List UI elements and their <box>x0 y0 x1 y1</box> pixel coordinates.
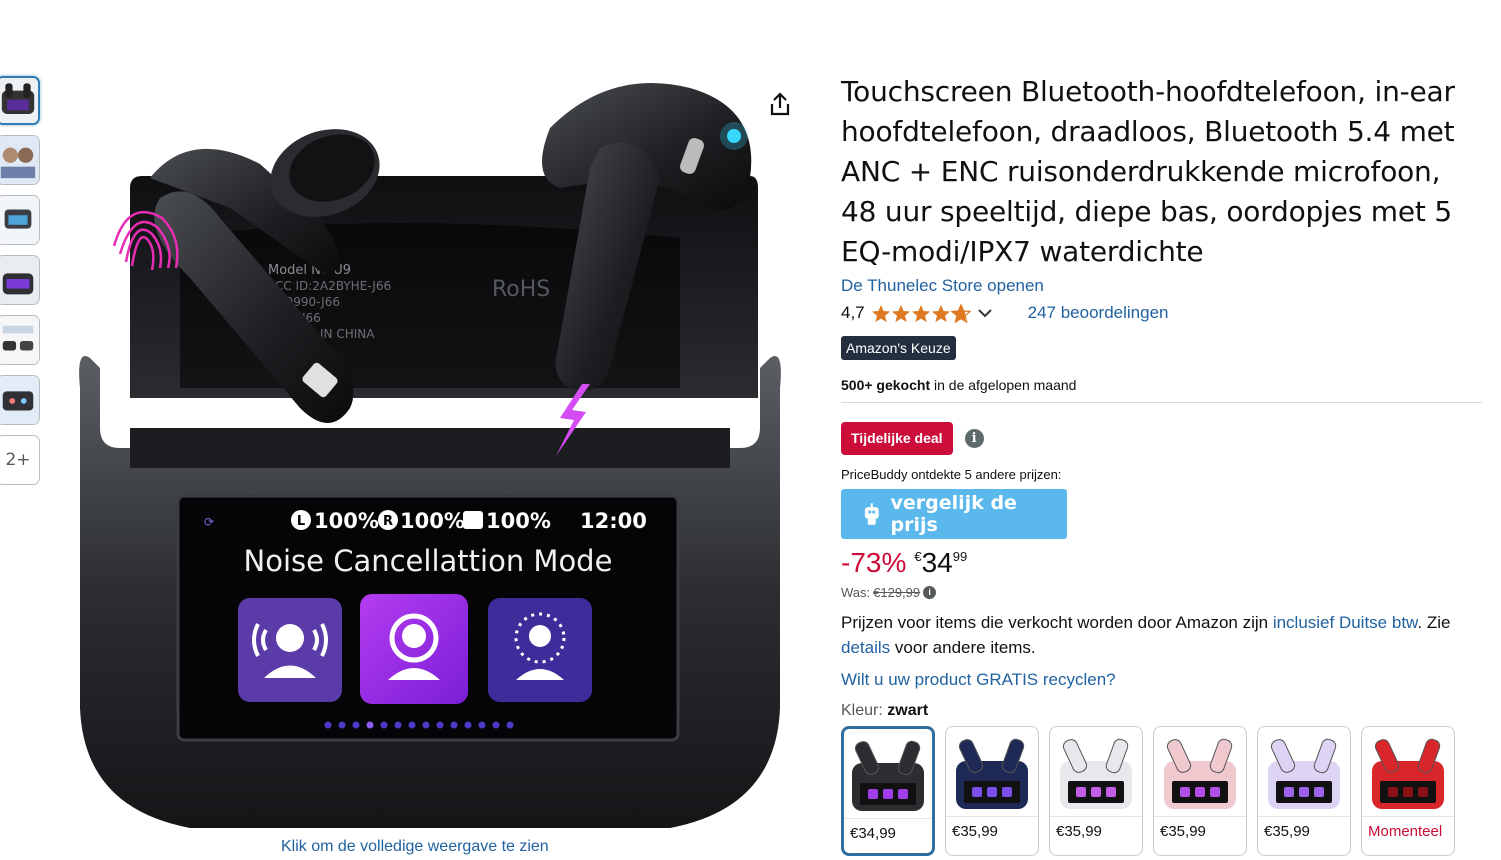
color-swatches: €34,99 €35,99 €35,99 €35,99 €35,99 Momenteel <box>841 726 1483 856</box>
svg-text:100%: 100% <box>400 509 465 533</box>
bought-count-bold: 500+ gekocht <box>841 377 931 393</box>
full-view-caption[interactable]: Klik om de volledige weergave te zien <box>281 838 549 856</box>
swatch-image <box>1050 730 1142 816</box>
svg-text:12:00: 12:00 <box>580 509 647 533</box>
vat-link[interactable]: inclusief Duitse btw <box>1273 613 1418 632</box>
bought-count: 500+ gekocht in de afgelopen maand <box>841 377 1483 393</box>
store-link[interactable]: De Thunelec Store openen <box>841 276 1483 296</box>
svg-text:R: R <box>383 514 393 529</box>
more-thumbnails-label: 2+ <box>5 450 31 470</box>
price-row: -73% € 34 99 <box>841 543 1483 583</box>
color-label: Kleur: zwart <box>841 702 1483 720</box>
svg-text:100%: 100% <box>314 509 379 533</box>
compare-price-button[interactable]: vergelijk de prijs <box>841 489 1067 539</box>
star-icon <box>911 304 930 322</box>
rating-value: 4,7 <box>841 303 865 322</box>
price-fraction: 99 <box>952 549 968 564</box>
color-swatch[interactable]: Momenteel <box>1361 726 1455 856</box>
thumbnail-3[interactable] <box>0 195 40 245</box>
swatch-earbuds-image <box>1372 738 1444 809</box>
color-swatch[interactable]: €35,99 <box>1257 726 1351 856</box>
color-swatch[interactable]: €34,99 <box>841 726 935 856</box>
swatch-earbuds-image <box>1164 738 1236 809</box>
svg-text:Noise Cancellattion Mode: Noise Cancellattion Mode <box>244 544 613 578</box>
bought-count-rest: in de afgelopen maand <box>930 377 1077 393</box>
more-thumbnails-button[interactable]: 2+ <box>0 435 40 485</box>
svg-text:Model No:U9: Model No:U9 <box>268 263 351 278</box>
robot-icon <box>864 503 879 525</box>
color-label-text: Kleur: <box>841 702 888 719</box>
was-price: Was: €129,99 i <box>841 585 1483 600</box>
product-info: Touchscreen Bluetooth-hoofdtelefoon, in-… <box>841 72 1483 856</box>
star-rating[interactable] <box>871 303 971 323</box>
swatch-price: €35,99 <box>1050 816 1142 855</box>
star-icon <box>931 304 950 322</box>
was-label: Was: <box>841 585 871 600</box>
was-value: €129,99 <box>873 585 921 600</box>
reviews-link[interactable]: 247 beoordelingen <box>1028 303 1169 323</box>
swatch-image <box>844 732 932 818</box>
swatch-price: €35,99 <box>1258 816 1350 855</box>
thumbnail-2[interactable] <box>0 135 40 185</box>
deal-badge: Tijdelijke deal <box>841 422 953 455</box>
swatch-earbuds-image <box>1268 738 1340 809</box>
swatch-price: €34,99 <box>844 818 932 853</box>
earbuds-case-illustration: ⟳ L 100% R 100% 100% 12:00 Noise Cancell… <box>79 83 781 828</box>
star-icon <box>891 304 910 322</box>
color-swatch[interactable]: €35,99 <box>1049 726 1143 856</box>
swatch-earbuds-image <box>1060 738 1132 809</box>
thumbnail-1[interactable] <box>0 76 40 125</box>
color-swatch[interactable]: €35,99 <box>1153 726 1247 856</box>
swatch-image <box>1362 730 1454 816</box>
swatch-price: €35,99 <box>1154 816 1246 855</box>
vat-text: Prijzen voor items die verkocht worden d… <box>841 610 1483 660</box>
rating-row: 4,7 247 beoordelingen <box>841 301 1483 325</box>
price-currency: € <box>914 549 922 564</box>
info-icon[interactable]: i <box>964 429 984 448</box>
svg-text:L: L <box>297 514 305 529</box>
thumbnail-4[interactable] <box>0 255 40 305</box>
thumbnail-list: 2+ <box>0 76 40 495</box>
color-swatch[interactable]: €35,99 <box>945 726 1039 856</box>
svg-text:IN CHINA: IN CHINA <box>320 327 375 341</box>
info-icon[interactable]: i <box>923 586 937 599</box>
half-star-icon <box>950 303 971 323</box>
share-icon[interactable] <box>766 90 794 118</box>
amazons-choice-badge: Amazon's Keuze <box>841 336 956 360</box>
swatch-earbuds-image <box>852 740 924 811</box>
vat-text-3: voor andere items. <box>890 638 1036 657</box>
thumbnail-5[interactable] <box>0 315 40 365</box>
swatch-price: €35,99 <box>946 816 1038 855</box>
swatch-earbuds-image <box>956 738 1028 809</box>
details-link[interactable]: details <box>841 638 890 657</box>
svg-text:FCC ID:2A2BYHE-J66: FCC ID:2A2BYHE-J66 <box>268 279 391 293</box>
svg-text:100%: 100% <box>486 509 551 533</box>
pricebuddy-label: PriceBuddy ontdekte 5 andere prijzen: <box>841 467 1062 482</box>
vat-text-1: Prijzen voor items die verkocht worden d… <box>841 613 1273 632</box>
main-product-image[interactable]: ⟳ L 100% R 100% 100% 12:00 Noise Cancell… <box>70 68 790 838</box>
price-whole: 34 <box>921 547 953 578</box>
swatch-image <box>946 730 1038 816</box>
recycle-link[interactable]: Wilt u uw product GRATIS recyclen? <box>841 670 1483 690</box>
svg-text:RoHS: RoHS <box>492 277 550 302</box>
thumbnail-6[interactable] <box>0 375 40 425</box>
discount-percent: -73% <box>841 547 907 578</box>
star-icon <box>871 304 890 322</box>
deal-row: Tijdelijke deal i <box>841 422 1483 455</box>
color-value: zwart <box>887 702 929 719</box>
compare-price-label: vergelijk de prijs <box>890 492 1017 536</box>
vat-text-2: . Zie <box>1417 613 1451 632</box>
swatch-image <box>1258 730 1350 816</box>
svg-text:⟳: ⟳ <box>204 515 214 529</box>
swatch-image <box>1154 730 1246 816</box>
product-title: Touchscreen Bluetooth-hoofdtelefoon, in-… <box>841 75 1455 268</box>
divider <box>841 402 1482 403</box>
swatch-price: Momenteel <box>1362 816 1454 855</box>
chevron-down-icon[interactable] <box>976 304 994 322</box>
